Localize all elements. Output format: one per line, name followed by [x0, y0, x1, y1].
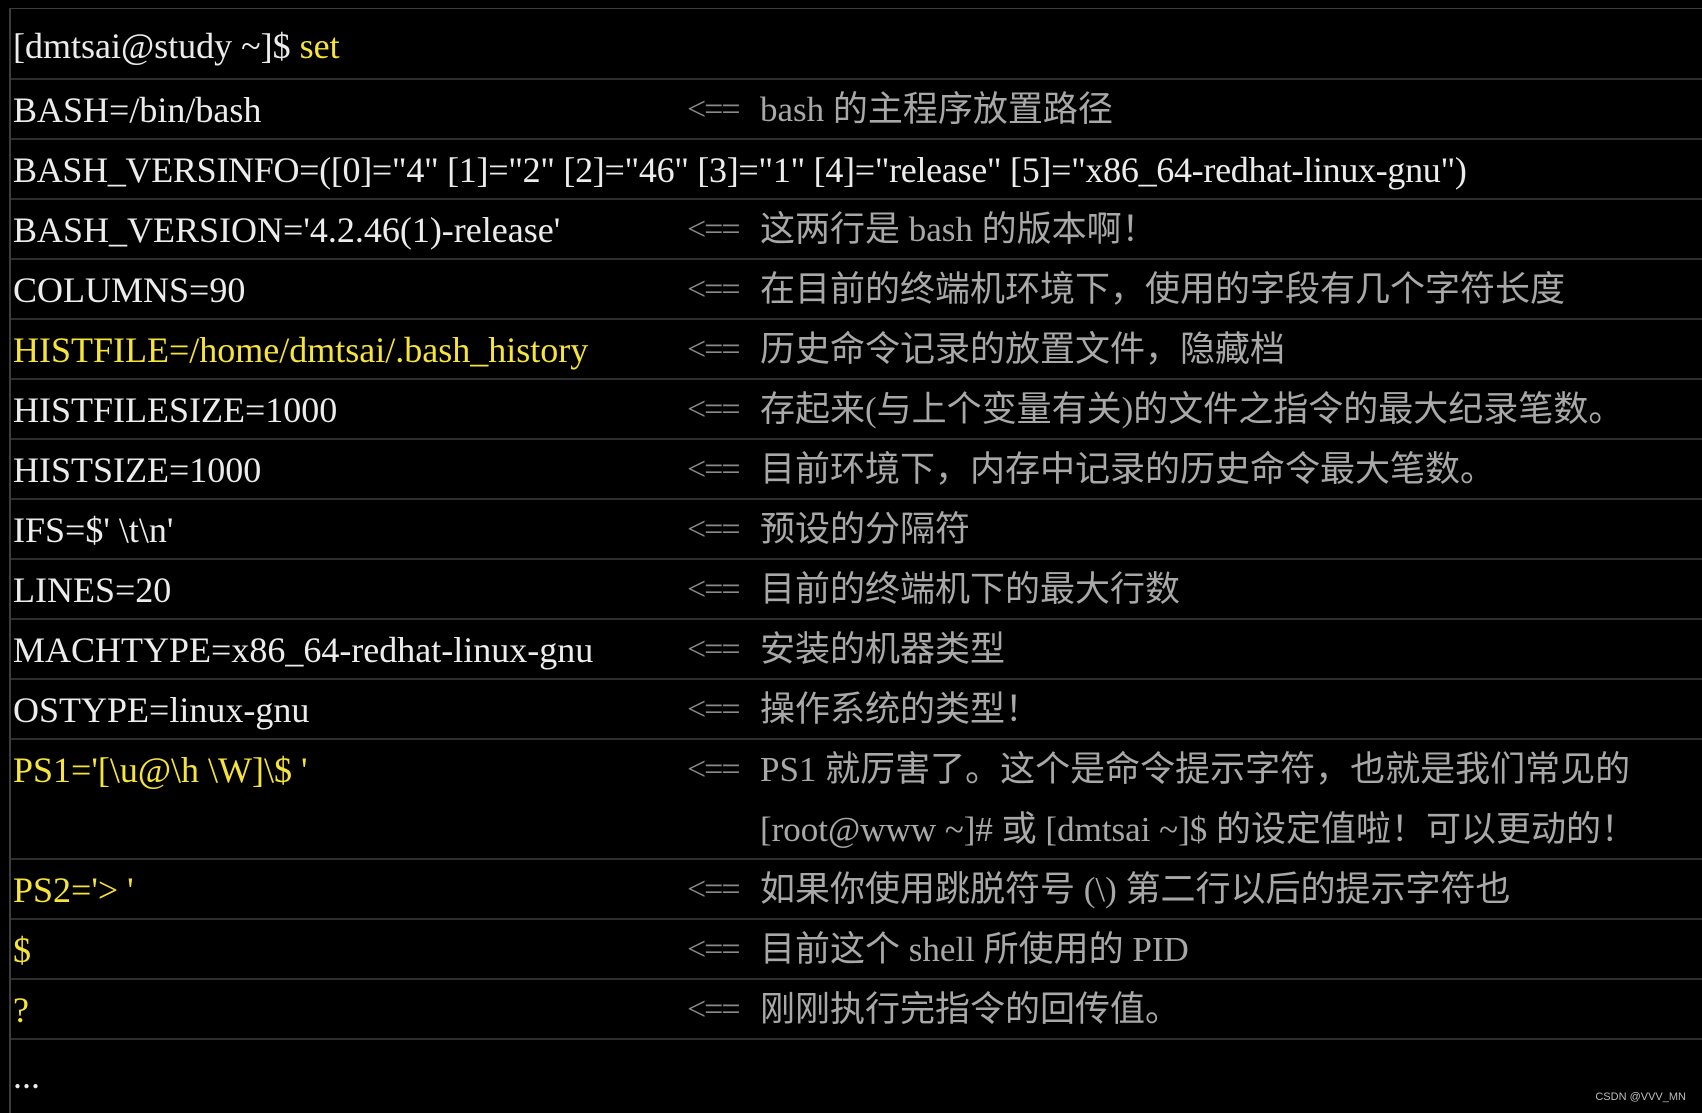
output-row: HISTFILE=/home/dmtsai/.bash_history <== … — [11, 320, 1702, 380]
variable-assignment: ? — [13, 990, 29, 1030]
comment-arrow: <== — [687, 871, 741, 908]
output-ellipsis: ... — [13, 1056, 40, 1096]
variable-description: 安装的机器类型 — [760, 630, 1006, 669]
output-row: MACHTYPE=x86_64-redhat-linux-gnu <== 安装的… — [11, 620, 1702, 680]
variable-assignment: PS1='[\u@\h \W]\$ ' — [13, 750, 308, 790]
output-row: OSTYPE=linux-gnu <== 操作系统的类型！ — [11, 680, 1702, 740]
variable-description: PS1 就厉害了。这个是命令提示字符，也就是我们常见的 — [760, 750, 1631, 789]
comment-arrow: <== — [687, 451, 741, 488]
comment-arrow: <== — [687, 991, 741, 1028]
comment-arrow: <== — [687, 571, 741, 608]
variable-description-continued: [root@www ~]# 或 [dmtsai ~]$ 的设定值啦！可以更动的！ — [760, 810, 1637, 849]
comment-arrow: <== — [687, 211, 741, 248]
output-row: BASH=/bin/bash <== bash 的主程序放置路径 — [11, 80, 1702, 140]
variable-assignment: HISTSIZE=1000 — [13, 450, 262, 490]
variable-description: 刚刚执行完指令的回传值。 — [760, 990, 1181, 1029]
output-row: HISTFILESIZE=1000 <== 存起来(与上个变量有关)的文件之指令… — [11, 380, 1702, 440]
variable-assignment: OSTYPE=linux-gnu — [13, 690, 310, 730]
variable-description: 在目前的终端机环境下，使用的字段有几个字符长度 — [760, 270, 1566, 309]
comment-arrow: <== — [687, 271, 741, 308]
comment-arrow: <== — [687, 331, 741, 368]
variable-description: 这两行是 bash 的版本啊！ — [760, 210, 1157, 249]
terminal-top-border — [9, 8, 1702, 9]
comment-arrow: <== — [687, 691, 741, 728]
output-row: BASH_VERSION='4.2.46(1)-release' <== 这两行… — [11, 200, 1702, 260]
variable-assignment: HISTFILE=/home/dmtsai/.bash_history — [13, 330, 589, 370]
variable-assignment: IFS=$' \t\n' — [13, 510, 174, 550]
variable-description: bash 的主程序放置路径 — [760, 90, 1113, 129]
output-row: PS1='[\u@\h \W]\$ ' <== PS1 就厉害了。这个是命令提示… — [11, 740, 1702, 860]
output-row: IFS=$' \t\n' <== 预设的分隔符 — [11, 500, 1702, 560]
comment-arrow: <== — [687, 511, 741, 548]
output-row: HISTSIZE=1000 <== 目前环境下，内存中记录的历史命令最大笔数。 — [11, 440, 1702, 500]
variable-assignment: BASH=/bin/bash — [13, 90, 262, 130]
variable-description: 历史命令记录的放置文件，隐藏档 — [760, 330, 1286, 369]
command-text: set — [299, 26, 340, 66]
comment-arrow: <== — [687, 751, 741, 788]
variable-assignment: $ — [13, 930, 31, 970]
variable-assignment: PS2='> ' — [13, 870, 134, 910]
variable-assignment: HISTFILESIZE=1000 — [13, 390, 338, 430]
output-row: BASH_VERSINFO=([0]="4" [1]="2" [2]="46" … — [11, 140, 1702, 200]
variable-assignment: MACHTYPE=x86_64-redhat-linux-gnu — [13, 630, 594, 670]
variable-description: 如果你使用跳脱符号 (\) 第二行以后的提示字符也 — [760, 870, 1511, 909]
variable-description: 目前的终端机下的最大行数 — [760, 570, 1181, 609]
shell-prompt: [dmtsai@study ~]$ set — [13, 16, 340, 76]
comment-arrow: <== — [687, 631, 741, 668]
prompt-row: [dmtsai@study ~]$ set — [11, 16, 1702, 80]
comment-arrow: <== — [687, 91, 741, 128]
variable-assignment: BASH_VERSION='4.2.46(1)-release' — [13, 210, 561, 250]
variable-description: 操作系统的类型！ — [760, 690, 1041, 729]
output-row: LINES=20 <== 目前的终端机下的最大行数 — [11, 560, 1702, 620]
terminal-window: [dmtsai@study ~]$ set BASH=/bin/bash <==… — [0, 0, 1702, 1113]
variable-description: 预设的分隔符 — [760, 510, 971, 549]
prompt-text: [dmtsai@study ~]$ — [13, 26, 300, 66]
watermark-text: CSDN @VVV_MN — [1595, 1091, 1686, 1103]
variable-assignment: LINES=20 — [13, 570, 172, 610]
variable-description: 目前这个 shell 所使用的 PID — [760, 930, 1189, 969]
output-row: ? <== 刚刚执行完指令的回传值。 — [11, 980, 1702, 1040]
comment-arrow: <== — [687, 391, 741, 428]
variable-assignment: BASH_VERSINFO=([0]="4" [1]="2" [2]="46" … — [13, 150, 1467, 190]
output-row: PS2='> ' <== 如果你使用跳脱符号 (\) 第二行以后的提示字符也 — [11, 860, 1702, 920]
variable-description: 存起来(与上个变量有关)的文件之指令的最大纪录笔数。 — [760, 390, 1624, 429]
output-row: COLUMNS=90 <== 在目前的终端机环境下，使用的字段有几个字符长度 — [11, 260, 1702, 320]
comment-arrow: <== — [687, 931, 741, 968]
variable-description: 目前环境下，内存中记录的历史命令最大笔数。 — [760, 450, 1496, 489]
output-row: $ <== 目前这个 shell 所使用的 PID — [11, 920, 1702, 980]
variable-assignment: COLUMNS=90 — [13, 270, 246, 310]
